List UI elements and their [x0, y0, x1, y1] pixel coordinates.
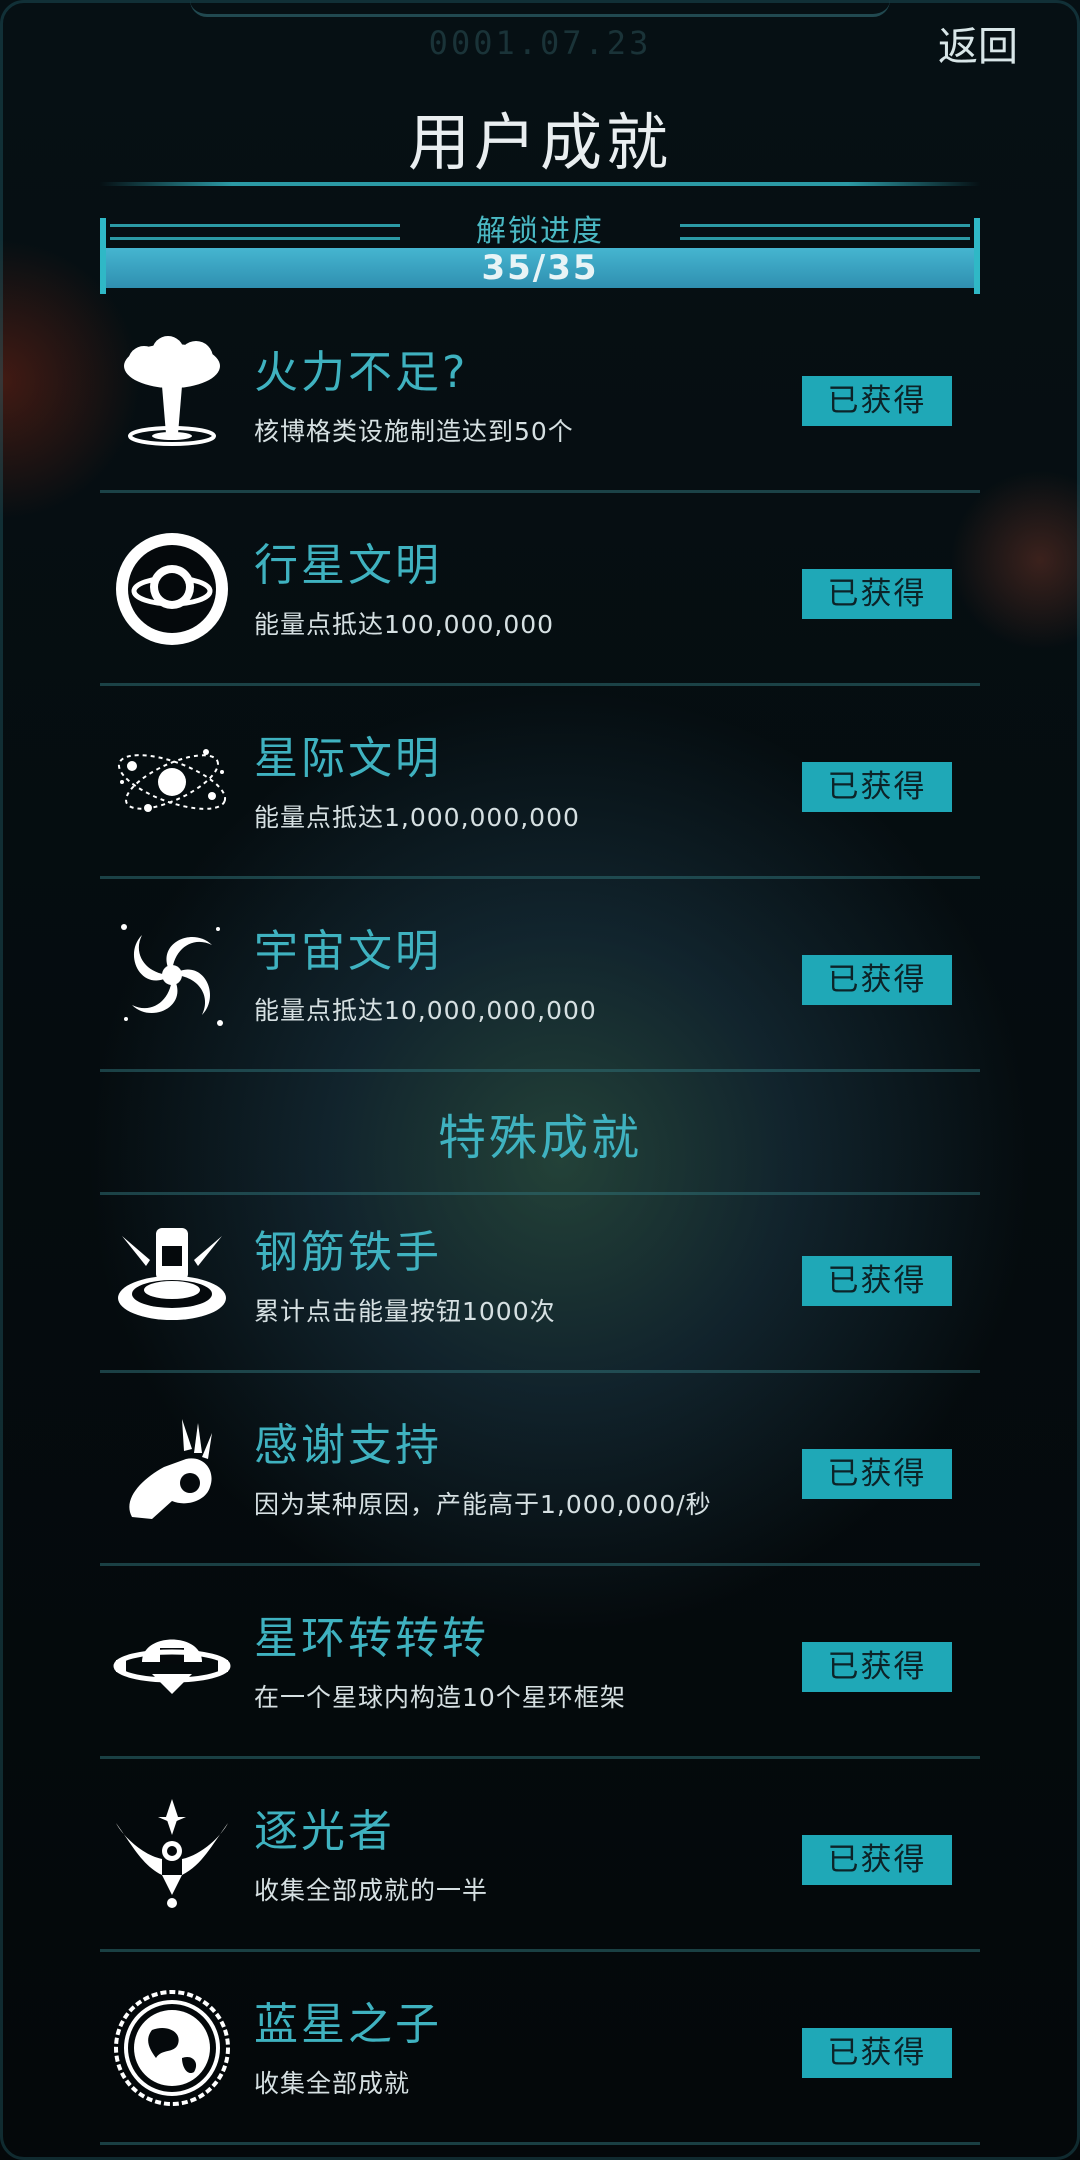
achievement-desc: 能量点抵达100,000,000 [254, 610, 555, 639]
achievement-row: 行星文明 能量点抵达100,000,000 已获得 [100, 493, 980, 686]
pressing-button-icon [112, 1216, 232, 1336]
achievement-desc: 收集全部成就的一半 [254, 1876, 489, 1905]
progress-label: 解锁进度 [476, 214, 604, 249]
achievement-name: 钢筋铁手 [254, 1227, 442, 1278]
achievement-row: 火力不足? 核博格类设施制造达到50个 已获得 [100, 300, 980, 493]
achievement-row: 感谢支持 因为某种原因，产能高于1,000,000/秒 已获得 [100, 1373, 980, 1566]
achievement-name: 逐光者 [254, 1806, 395, 1857]
obtained-button[interactable]: 已获得 [802, 1256, 952, 1306]
achievement-row: 星际文明 能量点抵达1,000,000,000 已获得 [100, 686, 980, 879]
special-achievement-list: 钢筋铁手 累计点击能量按钮1000次 已获得 感谢支持 因为某种原因，产能高于1… [100, 1180, 980, 2145]
achievement-row: 星环转转转 在一个星球内构造10个星环框架 已获得 [100, 1566, 980, 1759]
achievement-desc: 能量点抵达1,000,000,000 [254, 803, 580, 832]
obtained-button[interactable]: 已获得 [802, 376, 952, 426]
achievement-desc: 因为某种原因，产能高于1,000,000/秒 [254, 1490, 712, 1519]
achievement-name: 蓝星之子 [254, 1999, 442, 2050]
top-notch [190, 0, 890, 17]
achievement-name: 火力不足? [254, 347, 469, 398]
winged-emblem-icon [112, 1795, 232, 1915]
special-section-title: 特殊成就 [437, 1110, 642, 1166]
obtained-button[interactable]: 已获得 [802, 569, 952, 619]
galaxy-spiral-icon [112, 915, 232, 1035]
achievement-list: 火力不足? 核博格类设施制造达到50个 已获得 行星文明 能量点抵达100,00… [100, 300, 980, 1195]
achievement-name: 星环转转转 [254, 1613, 489, 1664]
achievement-desc: 累计点击能量按钮1000次 [254, 1297, 556, 1326]
ring-station-icon [112, 1602, 232, 1722]
obtained-button[interactable]: 已获得 [802, 1835, 952, 1885]
obtained-button[interactable]: 已获得 [802, 955, 952, 1005]
star-system-icon [112, 722, 232, 842]
obtained-button[interactable]: 已获得 [802, 2028, 952, 2078]
achievement-desc: 能量点抵达10,000,000,000 [254, 996, 597, 1025]
achievement-name: 星际文明 [254, 733, 442, 784]
achievement-name: 宇宙文明 [254, 926, 442, 977]
game-date: 0001.07.23 [428, 24, 652, 62]
page-title: 用户成就 [407, 106, 672, 179]
achievement-desc: 收集全部成就 [254, 2069, 411, 2098]
title-divider [100, 182, 980, 186]
achievement-name: 感谢支持 [254, 1420, 442, 1471]
back-button[interactable]: 返回 [938, 14, 1018, 72]
special-section-header: 特殊成就 [100, 1072, 980, 1195]
obtained-button[interactable]: 已获得 [802, 762, 952, 812]
obtained-button[interactable]: 已获得 [802, 1449, 952, 1499]
achievement-row: 宇宙文明 能量点抵达10,000,000,000 已获得 [100, 879, 980, 1072]
ok-hand-icon [112, 1409, 232, 1529]
obtained-button[interactable]: 已获得 [802, 1642, 952, 1692]
achievement-row: 蓝星之子 收集全部成就 已获得 [100, 1952, 980, 2145]
achievement-row: 钢筋铁手 累计点击能量按钮1000次 已获得 [100, 1180, 980, 1373]
mushroom-cloud-icon [112, 336, 232, 456]
progress-count: 35/35 [481, 248, 599, 288]
earth-seal-icon [112, 1988, 232, 2108]
unlock-progress: 解锁进度 35/35 [100, 214, 980, 294]
achievement-row: 逐光者 收集全部成就的一半 已获得 [100, 1759, 980, 1952]
achievement-name: 行星文明 [254, 540, 442, 591]
achievement-desc: 核博格类设施制造达到50个 [254, 417, 574, 446]
achievement-desc: 在一个星球内构造10个星环框架 [254, 1683, 626, 1712]
planet-ring-icon [112, 529, 232, 649]
